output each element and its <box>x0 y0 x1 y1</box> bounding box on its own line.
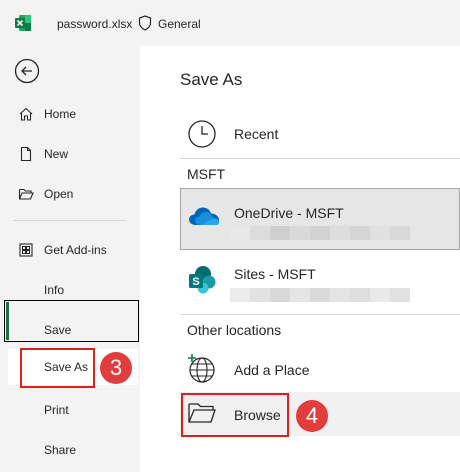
divider <box>180 314 460 315</box>
nav-label: Print <box>44 403 69 417</box>
excel-icon <box>15 15 31 31</box>
sensitivity-label[interactable]: General <box>158 17 201 31</box>
home-icon <box>19 107 33 121</box>
sharepoint-icon: S <box>189 266 216 294</box>
annotation-box-browse <box>181 393 289 437</box>
page-title: Save As <box>180 70 243 89</box>
shield-icon <box>138 15 152 31</box>
location-label: Recent <box>234 126 279 142</box>
nav-label: Home <box>44 107 77 121</box>
location-sites[interactable]: S Sites - MSFT <box>180 258 460 308</box>
location-label: Sites - MSFT <box>234 266 316 282</box>
nav-label: Get Add-ins <box>44 243 107 257</box>
location-onedrive[interactable]: OneDrive - MSFT <box>180 188 460 250</box>
svg-text:S: S <box>192 276 199 288</box>
title-bar: password.xlsx General <box>0 0 460 46</box>
selection-outline <box>4 300 139 342</box>
annotation-box-save-as <box>20 348 95 388</box>
nav-item-open[interactable]: Open <box>0 176 140 212</box>
onedrive-cloud-icon <box>189 207 219 225</box>
redacted-path <box>230 288 410 302</box>
divider <box>180 158 460 159</box>
folder-open-icon <box>18 188 34 200</box>
nav-item-home[interactable]: Home <box>0 96 140 132</box>
location-add-place[interactable]: Add a Place <box>180 348 460 388</box>
section-other-locations: Other locations <box>187 322 282 338</box>
nav-label: New <box>44 147 69 161</box>
globe-add-icon <box>188 354 215 383</box>
nav-label: Open <box>44 187 74 201</box>
file-name: password.xlsx <box>57 17 133 31</box>
location-recent[interactable]: Recent <box>180 114 460 154</box>
new-file-icon <box>20 146 32 162</box>
backstage-nav: Home New Open Get Add-ins Info Save Save… <box>0 46 140 472</box>
step-badge-4: 4 <box>296 400 328 432</box>
nav-label: Info <box>44 283 65 297</box>
location-label: Add a Place <box>234 362 310 378</box>
addins-icon <box>19 243 33 257</box>
nav-label: Share <box>44 443 77 457</box>
clock-icon <box>188 120 216 148</box>
section-msft: MSFT <box>187 166 226 182</box>
nav-item-print[interactable]: Print <box>0 392 140 428</box>
redacted-path <box>230 226 415 240</box>
nav-item-get-addins[interactable]: Get Add-ins <box>0 232 140 268</box>
step-badge-3: 3 <box>100 352 132 384</box>
nav-item-new[interactable]: New <box>0 136 140 172</box>
back-arrow-icon[interactable] <box>14 58 40 84</box>
selection-indicator <box>6 302 9 340</box>
nav-item-share[interactable]: Share <box>0 432 140 468</box>
nav-divider <box>14 220 126 221</box>
location-label: OneDrive - MSFT <box>234 205 344 221</box>
